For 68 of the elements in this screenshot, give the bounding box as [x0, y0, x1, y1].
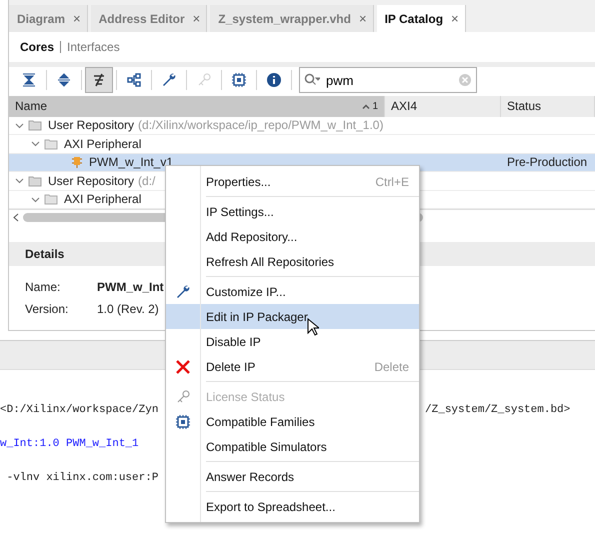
repository-path: (d:/ — [138, 174, 156, 188]
wrench-icon — [175, 284, 191, 300]
collapse-all-icon — [21, 72, 37, 88]
menu-item[interactable]: Edit in IP Packager — [166, 304, 419, 329]
repository-path: (d:/Xilinx/workspace/ip_repo/PWM_w_Int_1.0) — [138, 118, 384, 132]
scroll-left-icon[interactable] — [13, 212, 19, 222]
chevron-icon[interactable] — [31, 139, 40, 148]
chip-icon — [175, 414, 191, 430]
close-icon[interactable]: × — [192, 11, 200, 26]
editor-tab[interactable]: Z_system_wrapper.vhd × — [210, 5, 374, 32]
tree-label: User Repository — [48, 174, 134, 188]
field-value: PWM_w_Int — [97, 280, 164, 294]
folder-icon — [28, 119, 42, 132]
shortcut-label: Ctrl+E — [375, 174, 410, 188]
editor-tab[interactable]: IP Catalog × — [376, 5, 466, 32]
key-icon — [175, 388, 191, 404]
sort-index: 1 — [372, 100, 378, 112]
console-line: /Z_system/Z_system.bd> — [425, 404, 570, 418]
search-bar[interactable]: pwm — [299, 67, 477, 94]
view-tab[interactable]: Interfaces — [67, 40, 120, 54]
delete-icon — [175, 358, 191, 374]
column-header[interactable]: AXI4 — [385, 96, 501, 117]
folder-icon — [44, 193, 58, 206]
tree-label: User Repository — [48, 118, 134, 132]
info-icon — [266, 72, 282, 88]
ip-core-icon — [71, 155, 83, 170]
field-value: 1.0 (Rev. 2) — [97, 302, 159, 316]
editor-tab[interactable]: Address Editor × — [90, 5, 208, 32]
search-icon — [304, 73, 320, 88]
column-header[interactable]: Status — [501, 96, 595, 117]
view-tab[interactable]: Cores — [20, 40, 54, 54]
filter-icon — [91, 72, 107, 88]
menu-item[interactable]: Delete IP Delete — [166, 354, 419, 379]
console-line: w_Int:1.0 PWM_w_Int_1 — [0, 438, 139, 452]
editor-tab[interactable]: Diagram × — [9, 5, 88, 32]
close-icon[interactable]: × — [73, 11, 81, 26]
console-line: -vlnv xilinx.com:user:P — [6, 472, 158, 486]
close-icon[interactable]: × — [358, 11, 367, 26]
tree-label: AXI Peripheral — [64, 136, 142, 151]
status-cell-text: Pre-Production — [506, 155, 588, 170]
menu-item[interactable]: Export to Spreadsheet... — [166, 494, 419, 519]
tree-row[interactable]: User Repository (d:/Xilinx/workspace/ip_repo/PWM_w_Int_1.0) — [9, 116, 595, 136]
chevron-icon[interactable] — [15, 120, 24, 130]
menu-item[interactable]: Customize IP... — [166, 279, 419, 304]
tree-label: PWM_w_Int_v1 — [89, 155, 174, 170]
chip-icon — [231, 72, 247, 88]
console-line: <D:/Xilinx/workspace/Zyn — [0, 404, 158, 418]
menu-item[interactable]: Disable IP — [166, 329, 419, 354]
chevron-icon[interactable] — [31, 194, 40, 204]
toolbar-button[interactable] — [85, 67, 113, 94]
close-icon[interactable]: × — [451, 11, 459, 26]
wrench-icon — [161, 72, 177, 88]
search-input[interactable]: pwm — [324, 72, 454, 89]
menu-item[interactable]: Compatible Simulators — [166, 434, 419, 459]
tree-label: AXI Peripheral — [64, 192, 142, 206]
folder-icon — [28, 174, 42, 187]
column-header[interactable]: Name 1 — [9, 96, 385, 117]
field-label: Version: — [25, 302, 70, 316]
folder-icon — [44, 138, 58, 150]
shortcut-label: Delete — [374, 360, 410, 374]
chevron-icon[interactable] — [15, 176, 24, 186]
sort-ascending-icon — [362, 104, 370, 109]
menu-item[interactable]: Compatible Families — [166, 409, 419, 434]
hierarchy-icon — [126, 72, 142, 88]
menu-item[interactable]: Answer Records — [166, 464, 419, 489]
expand-all-icon — [56, 72, 72, 88]
mouse-pointer-icon — [307, 318, 319, 336]
field-label: Name: — [25, 280, 62, 294]
